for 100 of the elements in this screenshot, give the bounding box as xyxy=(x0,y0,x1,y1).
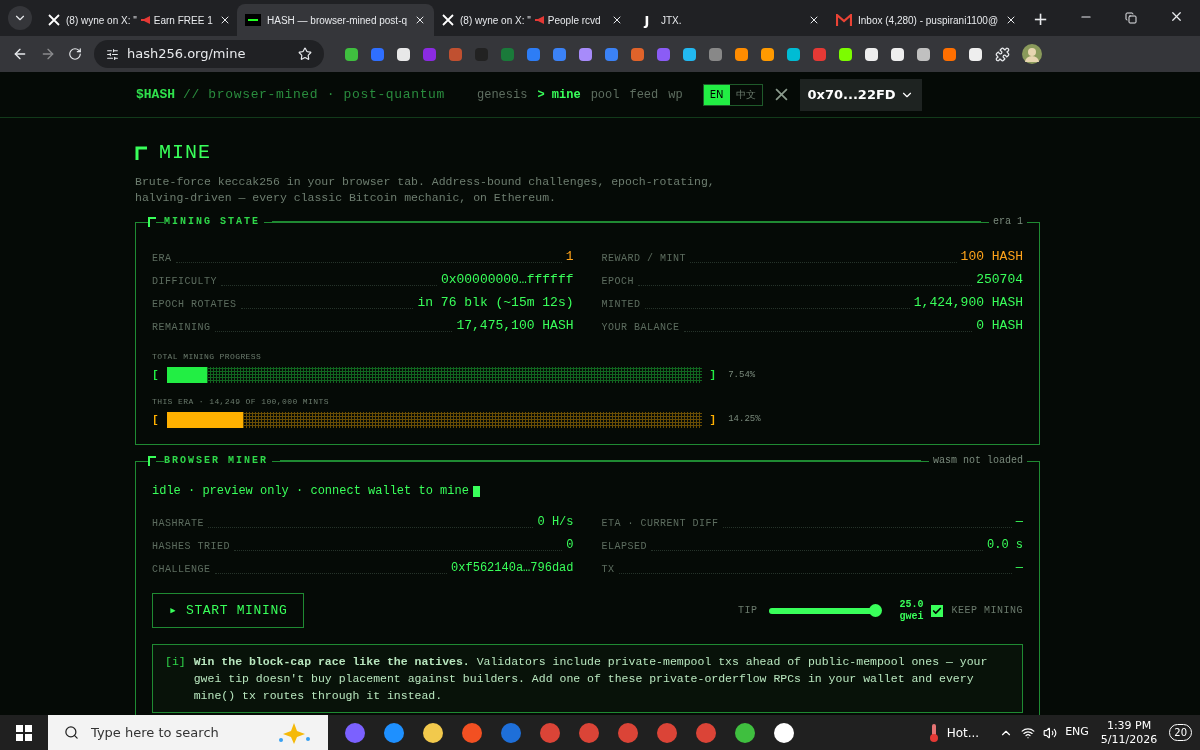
reload-icon[interactable] xyxy=(68,47,82,61)
bracket-text: [ xyxy=(152,412,159,428)
nav-link[interactable]: pool xyxy=(590,85,620,104)
bracket-text: [ xyxy=(152,368,159,383)
keep-mining-checkbox[interactable] xyxy=(931,604,944,617)
extension-icon[interactable] xyxy=(344,46,359,62)
extension-icon[interactable] xyxy=(838,46,853,62)
stat-label: ETA · CURRENT DIFF xyxy=(601,517,719,531)
stat-value: — xyxy=(1015,560,1023,577)
page-title: MINE xyxy=(159,140,211,166)
stat-value: 0xf562140a…796dad xyxy=(451,560,574,577)
tip-slider[interactable] xyxy=(769,603,880,618)
close-tab-icon[interactable] xyxy=(414,14,426,26)
x-logo-icon[interactable] xyxy=(774,88,788,101)
sparkle-icon xyxy=(278,721,312,744)
bookmark-star-icon[interactable] xyxy=(298,47,312,61)
close-tab-icon[interactable] xyxy=(611,14,623,26)
x-logo-icon xyxy=(442,14,454,26)
tab-title: (8) wyne on X: " People rcvd xyxy=(460,13,602,28)
taskbar-app-icon[interactable] xyxy=(773,721,795,744)
nav-link[interactable]: wp xyxy=(668,85,683,104)
extensions-puzzle-icon[interactable] xyxy=(995,46,1010,62)
miner-status: idle · preview only · connect wallet to mine xyxy=(152,483,469,500)
windows-start-icon[interactable] xyxy=(16,724,32,741)
extension-icon[interactable] xyxy=(942,46,957,62)
extension-icon[interactable] xyxy=(890,46,905,62)
browser-tab[interactable]: (8) wyne on X: " Earn FREE 1 xyxy=(40,4,237,36)
stat-value: 1 xyxy=(565,247,574,266)
extension-icon[interactable] xyxy=(396,46,411,62)
tip-label: TIP xyxy=(737,604,758,618)
stat-label: ELAPSED xyxy=(601,540,647,554)
extension-icon[interactable] xyxy=(916,46,931,62)
stat-value: — xyxy=(1015,514,1023,531)
taskbar-app-icon[interactable] xyxy=(422,721,444,744)
site-info-icon[interactable] xyxy=(106,47,119,61)
url-text: hash256.org/mine xyxy=(127,45,247,64)
back-icon[interactable] xyxy=(12,46,28,62)
tab-title: Inbox (4,280) - puspirani1100@ xyxy=(858,13,999,28)
nav-link[interactable]: genesis xyxy=(477,85,528,104)
stat-value: 1,424,900 HASH xyxy=(913,293,1023,312)
search-icon xyxy=(64,725,79,740)
stat-label: DIFFICULTY xyxy=(152,275,217,289)
browser-tab[interactable]: HASH — browser-mined post-q xyxy=(237,4,434,36)
tab-title: JTX. xyxy=(661,13,683,28)
stat-label: REWARD / MINT xyxy=(601,252,686,266)
stat-value: 100 HASH xyxy=(960,247,1023,266)
weather-text[interactable]: Hot... xyxy=(946,723,980,742)
bracket-text: ] xyxy=(709,368,717,383)
forward-icon[interactable] xyxy=(40,46,56,62)
restore-icon[interactable] xyxy=(1125,12,1137,24)
extension-icon[interactable] xyxy=(760,46,775,62)
extension-icon[interactable] xyxy=(968,46,983,62)
nav-link[interactable]: feed xyxy=(629,85,659,104)
extension-icon[interactable] xyxy=(864,46,879,62)
megaphone-icon xyxy=(534,16,544,24)
stat-value: 17,475,100 HASH xyxy=(456,316,574,335)
stat-label: YOUR BALANCE xyxy=(601,321,680,335)
network-icon[interactable] xyxy=(1021,725,1036,740)
brand-logo[interactable]: $HASH xyxy=(136,84,175,105)
extension-icon[interactable] xyxy=(578,46,593,62)
stat-label: HASHES TRIED xyxy=(152,540,230,554)
wallet-button[interactable]: 0x70...22FD xyxy=(799,78,922,111)
close-tab-icon[interactable] xyxy=(808,14,820,26)
clock[interactable]: 1:39 PM 5/11/2026 xyxy=(1100,718,1158,747)
slider-thumb[interactable] xyxy=(869,604,883,617)
start-mining-button[interactable]: ▸ START MINING xyxy=(152,593,305,628)
stat-label: TX xyxy=(601,563,615,577)
notice-text: Win the block-cap race like the natives. Validators include private-mempool txs ahead of public-mempool ones — your gwei tip doesn't buy placement against builders. Add one of these private-orderflow RPCs in your wallet and every mine() tx routes through it instead. xyxy=(193,654,989,704)
extension-icon[interactable] xyxy=(682,46,697,62)
stat-label: CHALLENGE xyxy=(152,563,211,577)
tip-value: 25.0 xyxy=(899,598,924,611)
stat-label: HASHRATE xyxy=(152,517,204,531)
taskbar-search-field[interactable]: Type here to search xyxy=(48,715,328,750)
progress-reading: 7.54% xyxy=(728,368,756,382)
bracket-text: ] xyxy=(709,412,717,428)
stat-value: 250704 xyxy=(976,270,1023,289)
stat-label: EPOCH xyxy=(601,275,634,289)
nav-link[interactable]: > mine xyxy=(537,85,581,104)
stat-value: 0 H/s xyxy=(537,514,574,531)
browser-tab[interactable]: (8) wyne on X: " People rcvd xyxy=(434,4,631,36)
extension-icon[interactable] xyxy=(734,46,749,62)
taskbar-app-icon[interactable] xyxy=(734,721,756,744)
search-placeholder: Type here to search xyxy=(91,723,220,742)
page-description: Brute-force keccak256 in your browser tab. Address-bound challenges, epoch-rotating, halving-driven — every classic Bitcoin mechanic, on Ethereum. xyxy=(135,174,716,206)
letter-logo-icon: J xyxy=(639,13,655,27)
language-toggle[interactable]: EN xyxy=(703,84,730,105)
profile-avatar-icon[interactable] xyxy=(1022,44,1042,64)
address-bar[interactable]: hash256.org/mine xyxy=(94,40,324,68)
language-toggle[interactable]: 中文 xyxy=(729,84,762,105)
close-window-icon[interactable] xyxy=(1169,9,1184,24)
close-tab-icon[interactable] xyxy=(1005,14,1017,26)
volume-icon[interactable] xyxy=(1043,725,1058,740)
stat-label: MINTED xyxy=(601,298,641,312)
browser-tab[interactable]: Inbox (4,280) - puspirani1100@ xyxy=(828,4,1025,36)
browser-tab[interactable]: J JTX. xyxy=(631,4,828,36)
extension-icon[interactable] xyxy=(786,46,801,62)
language-indicator[interactable]: ENG xyxy=(1065,724,1089,741)
new-tab-button[interactable]: + xyxy=(1033,10,1049,28)
tab-search-button[interactable] xyxy=(8,6,32,30)
stat-label: ERA xyxy=(152,252,172,266)
